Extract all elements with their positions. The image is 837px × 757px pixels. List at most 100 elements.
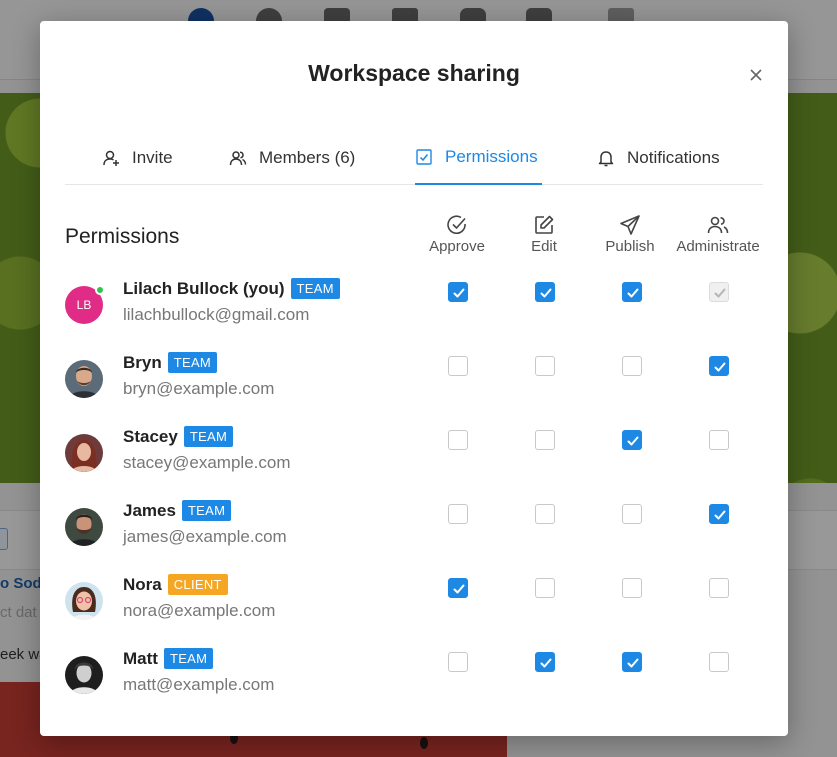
tab-invite[interactable]: Invite (102, 131, 173, 185)
member-name-line: Nora CLIENT (123, 574, 228, 595)
bell-icon (598, 151, 614, 167)
publish-checkbox[interactable] (622, 282, 642, 302)
online-status-indicator (95, 285, 105, 295)
tab-members-label: Members (6) (259, 148, 356, 167)
member-row-lilach: LB Lilach Bullock (you) TEAM lilachbullo… (40, 278, 788, 352)
member-email: james@example.com (123, 527, 287, 546)
check-icon (714, 510, 726, 520)
check-icon (540, 288, 552, 298)
avatar (65, 508, 103, 546)
administrate-checkbox[interactable] (709, 578, 729, 598)
check-icon (453, 288, 465, 298)
publish-checkbox[interactable] (622, 652, 642, 672)
role-badge: TEAM (167, 352, 218, 373)
member-email: bryn@example.com (123, 379, 275, 398)
check-icon (540, 658, 552, 668)
user-plus-icon (103, 150, 119, 166)
close-icon (750, 69, 762, 81)
tab-notifications[interactable]: Notifications (597, 131, 720, 185)
avatar-photo (65, 582, 103, 620)
publish-checkbox[interactable] (622, 504, 642, 524)
tab-members[interactable]: Members (6) (229, 131, 355, 185)
avatar-photo (65, 508, 103, 546)
member-name: Stacey (123, 426, 178, 446)
tab-permissions-label: Permissions (445, 147, 538, 166)
workspace-sharing-dialog: Workspace sharing Invite Members (6) Per… (40, 21, 788, 736)
users-icon (707, 216, 729, 234)
member-name: Bryn (123, 352, 162, 372)
member-name-line: James TEAM (123, 500, 232, 521)
edit-checkbox[interactable] (535, 652, 555, 672)
column-administrate: Administrate (663, 214, 773, 256)
column-approve-label: Approve (429, 238, 485, 255)
member-name: Lilach Bullock (you) (123, 278, 285, 298)
publish-checkbox[interactable] (622, 430, 642, 450)
member-name-line: Stacey TEAM (123, 426, 234, 447)
member-email: stacey@example.com (123, 453, 291, 472)
administrate-checkbox[interactable] (709, 504, 729, 524)
avatar-initials: LB (76, 298, 92, 312)
avatar-photo (65, 360, 103, 398)
check-icon (453, 584, 465, 594)
administrate-checkbox[interactable] (709, 652, 729, 672)
member-email: lilachbullock@gmail.com (123, 305, 310, 324)
close-button[interactable] (748, 67, 764, 83)
approve-checkbox[interactable] (448, 356, 468, 376)
avatar: LB (65, 285, 105, 324)
edit-checkbox[interactable] (535, 578, 555, 598)
permissions-heading: Permissions (65, 225, 180, 248)
edit-checkbox[interactable] (535, 282, 555, 302)
role-badge: TEAM (183, 426, 234, 447)
check-icon (627, 658, 639, 668)
tab-notifications-label: Notifications (627, 148, 720, 167)
administrate-checkbox[interactable] (709, 430, 729, 450)
approve-checkbox[interactable] (448, 578, 468, 598)
check-icon (714, 362, 726, 372)
publish-checkbox[interactable] (622, 356, 642, 376)
check-icon (714, 288, 726, 298)
member-row-matt: Matt TEAM matt@example.com (40, 648, 788, 722)
avatar (65, 582, 103, 620)
tab-bar: Invite Members (6) Permissions Notificat… (65, 131, 763, 185)
edit-checkbox[interactable] (535, 356, 555, 376)
administrate-checkbox[interactable] (709, 356, 729, 376)
member-email: matt@example.com (123, 675, 275, 694)
tab-invite-label: Invite (132, 148, 173, 167)
column-administrate-label: Administrate (676, 238, 760, 255)
checkbox-icon (416, 149, 432, 165)
check-icon (627, 288, 639, 298)
avatar-photo (65, 656, 103, 694)
edit-checkbox[interactable] (535, 504, 555, 524)
role-badge: CLIENT (167, 574, 228, 595)
approve-checkbox[interactable] (448, 282, 468, 302)
avatar-photo (65, 434, 103, 472)
approve-checkbox[interactable] (448, 430, 468, 450)
column-edit-label: Edit (531, 238, 557, 255)
member-row-nora: Nora CLIENT nora@example.com (40, 574, 788, 648)
tab-permissions[interactable]: Permissions (415, 131, 542, 185)
member-name-line: Matt TEAM (123, 648, 214, 669)
role-badge: TEAM (181, 500, 232, 521)
member-name-line: Bryn TEAM (123, 352, 218, 373)
send-icon (620, 215, 640, 235)
member-row-james: James TEAM james@example.com (40, 500, 788, 574)
check-icon (627, 436, 639, 446)
edit-checkbox[interactable] (535, 430, 555, 450)
approve-checkbox[interactable] (448, 652, 468, 672)
member-email: nora@example.com (123, 601, 276, 620)
administrate-checkbox (709, 282, 729, 302)
member-name: Nora (123, 574, 162, 594)
dialog-title: Workspace sharing (308, 60, 520, 86)
approve-checkbox[interactable] (448, 504, 468, 524)
role-badge: TEAM (290, 278, 340, 299)
member-row-bryn: Bryn TEAM bryn@example.com (40, 352, 788, 426)
check-circle-icon (447, 215, 466, 235)
edit-icon (535, 215, 554, 234)
avatar (65, 656, 103, 694)
role-badge: TEAM (163, 648, 214, 669)
avatar (65, 434, 103, 472)
column-publish-label: Publish (605, 238, 655, 255)
publish-checkbox[interactable] (622, 578, 642, 598)
avatar (65, 360, 103, 398)
member-row-stacey: Stacey TEAM stacey@example.com (40, 426, 788, 500)
